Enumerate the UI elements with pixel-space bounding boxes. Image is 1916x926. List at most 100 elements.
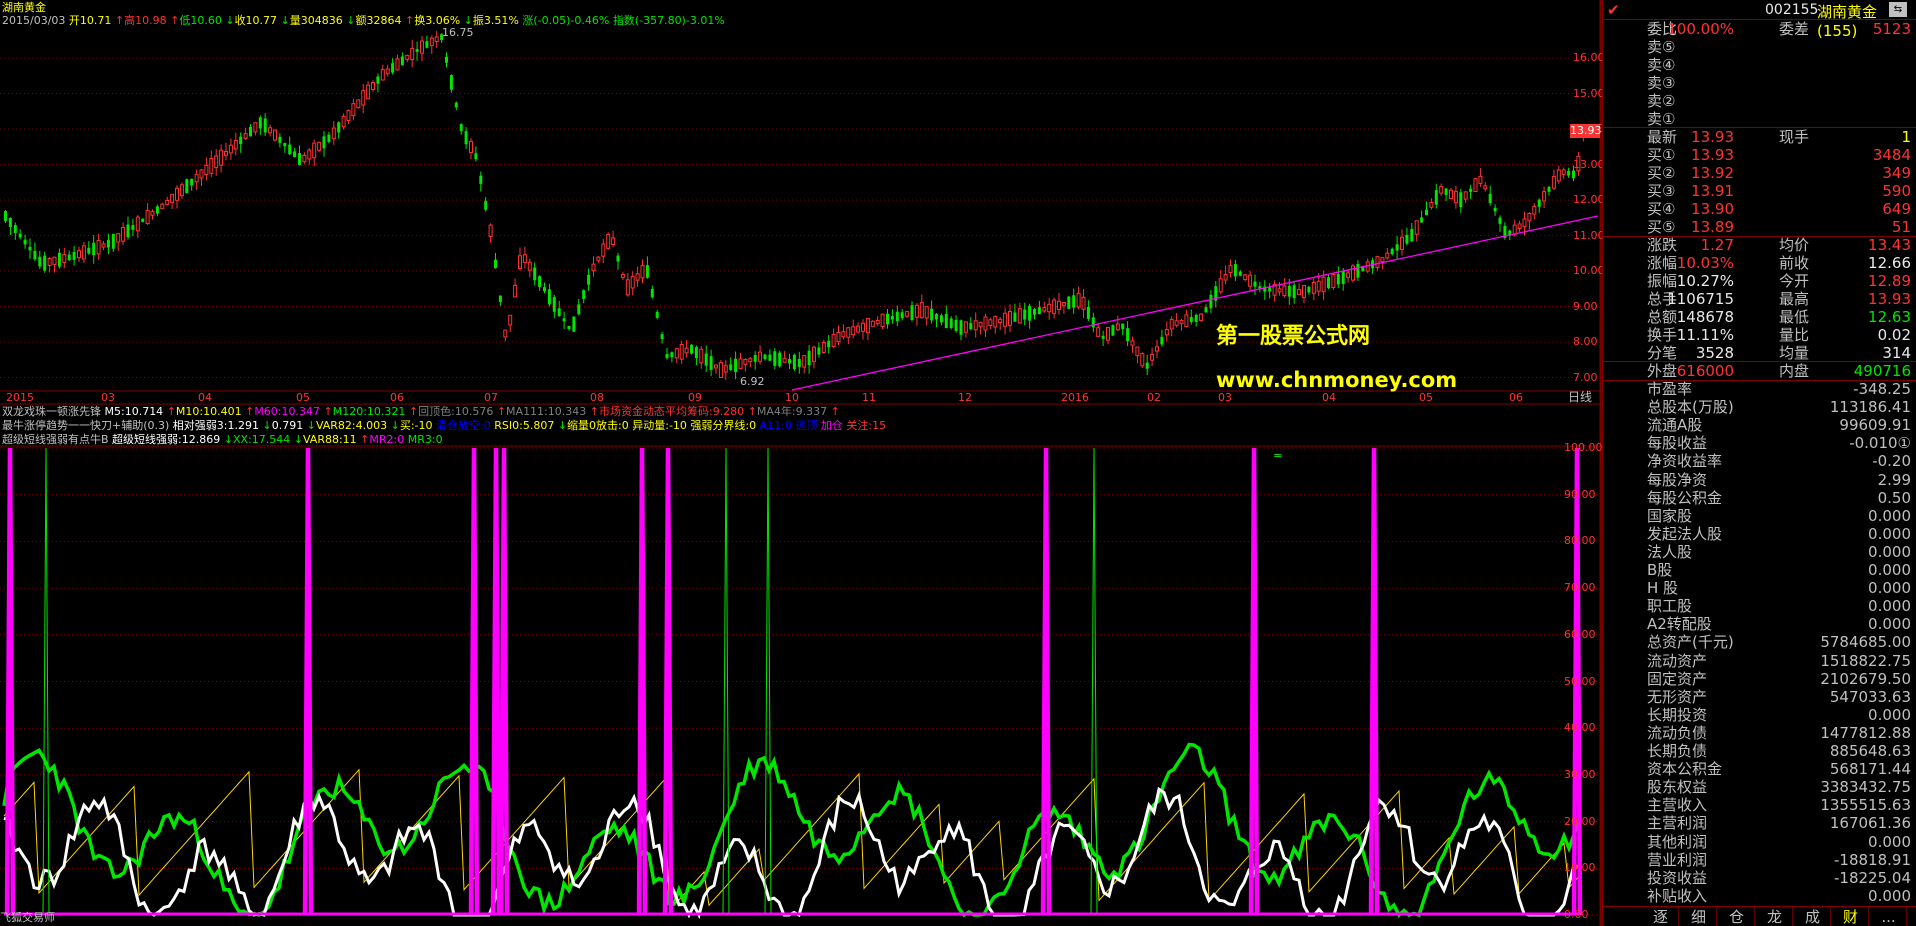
candle-body [1282,285,1287,297]
x-tick-label: 04 [198,391,212,404]
indicator-item: 缩量0放击:0 [567,419,629,432]
candle-body [699,348,704,364]
candle-body [1042,307,1047,312]
panel-divider [1603,127,1916,128]
period-label[interactable]: 日线 [1568,390,1592,404]
candle-body [72,251,76,260]
indicator-item: MA4年:9.337 [756,405,828,418]
financial-row: A2转配股 0.000 [1603,615,1916,633]
tab-5[interactable]: 财 [1833,907,1869,926]
candle-body [743,359,748,365]
financial-row: 其他利润 0.000 [1603,833,1916,851]
tab-1[interactable]: 细 [1681,907,1717,926]
candle-body [954,319,958,331]
candle-body [233,140,238,150]
candle-body [92,242,96,256]
indicator-item: 回顶色:10.576 [418,405,494,418]
check-icon[interactable]: ✔ [1607,1,1620,19]
switch-icon[interactable]: ⇆ [1889,2,1907,17]
candle-body [1174,320,1179,326]
stat-value: 11.11% [1676,326,1734,344]
candle-body [1463,191,1468,200]
financial-row: 流通A股 99609.91 [1603,416,1916,434]
candle-body [1140,353,1145,367]
candle-body [1287,285,1291,297]
tab-6[interactable]: ... [1871,907,1907,926]
financial-label: B股 [1647,561,1673,579]
candle-body [429,37,434,47]
candle-body [812,346,816,363]
stat-value-2: 12.63 [1868,308,1911,326]
candle-body [645,265,649,278]
indicator-item: ↑ [166,405,176,418]
candle-body [900,312,904,319]
indicator-item: 加仓 [820,419,843,432]
stat-label: 总额 [1647,308,1678,326]
financial-label: 营业利润 [1647,850,1708,869]
bid-row: 买⑤ 13.89 51 [1603,218,1916,236]
quote-panel: ✔ 002155 湖南黄金(155) ⇆ 委比 100.00% 委差 5123 … [1602,0,1916,926]
indicator-item: ↓ [262,419,272,432]
bid-label: 买⑤ [1647,218,1676,236]
ask-label: 卖② [1647,92,1676,110]
candle-body [415,49,419,52]
x-tick-label: 02 [1147,391,1161,404]
candle-body [434,36,439,43]
candle-body [239,136,243,145]
indicator-item: ↓ [306,419,316,432]
chart-area[interactable]: 湖南黄金 2015/03/03 开10.71 ↑高10.98 ↑低10.60 ↓… [0,0,1605,926]
x-tick-label: 09 [688,391,702,404]
indicator-item: A11:0 [759,419,792,432]
indicator-item: 异动量:-10 [632,419,687,432]
candle-body [1253,281,1257,287]
candle-body [1169,318,1174,330]
info-item: ↓ [280,14,290,27]
candle-body [1150,353,1155,361]
stat-label-2: 均量 [1779,344,1810,362]
x-tick-label: 06 [390,391,404,404]
candle-body [1375,256,1380,269]
tab-0[interactable]: 逐 [1643,907,1679,926]
financial-label: H 股 [1647,579,1679,598]
candle-body [582,290,586,299]
candle-body [1145,362,1149,369]
indicator-item: 买:-10 [399,419,433,432]
tab-4[interactable]: 成 [1795,907,1831,926]
financial-row: 总股本(万股) 113186.41 [1603,398,1916,416]
candle-body [1179,319,1184,324]
ask-label: 卖① [1647,110,1676,128]
chart-canvas[interactable] [0,0,1602,926]
candle-body [827,340,831,348]
candle-body [273,129,277,141]
candle-body [1101,335,1105,339]
financial-label: 法人股 [1647,542,1693,561]
financial-value: -0.010① [1849,434,1911,453]
indicator-item: MR2:0 [369,433,405,446]
price-tick-label: 7.00 [1573,370,1598,384]
sub-tick-label: 100.00 [1564,441,1603,454]
tab-2[interactable]: 仓 [1719,907,1755,926]
indicator-item: 相对强弱3:1.291 [172,419,259,432]
x-tick-label: 07 [484,391,498,404]
candle-body [1498,217,1502,224]
candle-body [341,115,346,128]
sub-tick-label: 40.00 [1564,721,1596,735]
stat-label: 涨跌 [1647,236,1678,254]
tab-3[interactable]: 龙 [1757,907,1793,926]
financial-value: 1477812.88 [1820,723,1911,742]
candle-body [567,325,571,329]
bid-label: 买③ [1647,182,1676,200]
candle-body [1111,325,1115,336]
candle-body [856,325,861,333]
candle-body [865,317,870,334]
candle-body [1209,294,1213,309]
stat-label-2: 最高 [1779,290,1810,308]
candle-body [488,224,493,238]
financial-value: 2.99 [1877,470,1911,489]
indicator-item: ↓ [293,433,303,446]
financial-row: 法人股 0.000 [1603,543,1916,561]
financial-row: 主营收入 1355515.63 [1603,796,1916,814]
current-price-tag: 13.93 [1570,124,1602,138]
candle-body [616,255,620,262]
candle-body [8,217,12,228]
